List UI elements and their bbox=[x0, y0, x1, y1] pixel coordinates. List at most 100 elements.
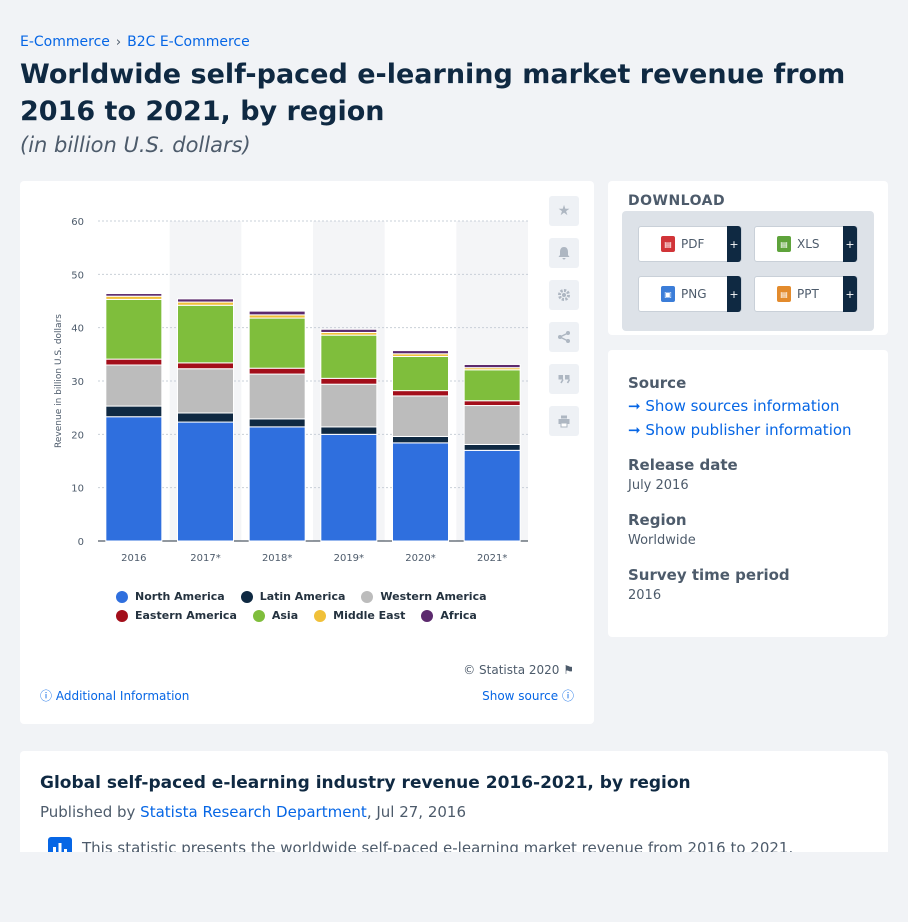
show-sources-label: Show sources information bbox=[645, 397, 840, 415]
bar-segment bbox=[177, 298, 234, 303]
breadcrumb-b2c[interactable]: B2C E-Commerce bbox=[127, 34, 250, 50]
bar-segment bbox=[392, 390, 449, 397]
survey-period-label: Survey time period bbox=[628, 566, 790, 584]
info-icon: ⓘ bbox=[561, 689, 574, 703]
png-file-icon: ▣ bbox=[661, 286, 675, 302]
additional-info-label: Additional Information bbox=[55, 689, 190, 703]
statistic-meta-card: Source ➞ Show sources information ➞ Show… bbox=[608, 350, 888, 637]
legend-swatch bbox=[314, 609, 327, 622]
legend-label: Asia bbox=[271, 609, 299, 622]
bar-segment bbox=[463, 449, 521, 542]
print-icon[interactable] bbox=[549, 406, 579, 436]
download-ppt-button[interactable]: ▤ PPT + bbox=[754, 276, 858, 312]
x-tick-label: 2021* bbox=[477, 553, 507, 564]
x-tick-label: 2018* bbox=[262, 553, 292, 564]
xls-plus-icon[interactable]: + bbox=[843, 226, 857, 262]
legend-item[interactable]: Latin America bbox=[240, 590, 346, 603]
legend-label: Latin America bbox=[259, 590, 346, 603]
download-png-label: PNG bbox=[681, 287, 707, 301]
x-tick-label: 2019* bbox=[334, 553, 364, 564]
download-pdf-button[interactable]: ▤ PDF + bbox=[638, 226, 742, 262]
favorite-star-icon[interactable]: ★ bbox=[549, 196, 579, 226]
bar-segment bbox=[105, 364, 163, 407]
legend-row: North America Latin America Western Americ… bbox=[116, 587, 556, 606]
legend-swatch bbox=[116, 590, 128, 603]
bar-segment bbox=[320, 377, 378, 385]
bar-segment bbox=[392, 395, 449, 437]
region-label: Region bbox=[628, 511, 687, 529]
bar-segment bbox=[463, 369, 521, 402]
pdf-plus-icon[interactable]: + bbox=[727, 226, 741, 262]
download-title: DOWNLOAD bbox=[628, 193, 726, 209]
bar-segment bbox=[177, 304, 234, 364]
download-pdf-label: PDF bbox=[681, 237, 705, 251]
copyright: © Statista 2020 ⚑ bbox=[463, 663, 574, 677]
legend-item[interactable]: Western America bbox=[361, 590, 487, 603]
share-icon[interactable] bbox=[549, 322, 579, 352]
settings-gear-icon[interactable] bbox=[549, 280, 579, 310]
survey-period-value: 2016 bbox=[628, 588, 662, 603]
y-tick-label: 40 bbox=[71, 324, 84, 335]
description-title: Global self-paced e-learning industry re… bbox=[40, 773, 691, 793]
region-value: Worldwide bbox=[628, 533, 696, 548]
bar-segment bbox=[320, 383, 378, 428]
y-axis-label: Revenue in billion U.S. dollars bbox=[54, 314, 64, 448]
bar-segment bbox=[177, 421, 234, 542]
bar-segment bbox=[463, 443, 521, 451]
x-tick-label: 2020* bbox=[405, 553, 435, 564]
y-tick-label: 30 bbox=[71, 377, 84, 388]
bar-segment bbox=[320, 328, 378, 333]
legend-swatch bbox=[116, 609, 128, 622]
notification-bell-icon[interactable] bbox=[549, 238, 579, 268]
bar-segment bbox=[105, 358, 163, 366]
breadcrumb-ecommerce[interactable]: E-Commerce bbox=[20, 34, 110, 50]
bar-segment bbox=[248, 367, 306, 375]
ppt-plus-icon[interactable]: + bbox=[843, 276, 857, 312]
legend-item[interactable]: North America bbox=[116, 590, 225, 603]
legend-swatch bbox=[252, 609, 265, 622]
legend-item[interactable]: Middle East bbox=[314, 609, 405, 622]
legend-item[interactable]: Eastern America bbox=[116, 609, 237, 622]
bar-segment bbox=[177, 412, 234, 423]
legend-swatch bbox=[361, 590, 374, 603]
bar-segment bbox=[392, 442, 449, 542]
breadcrumb: E-Commerce › B2C E-Commerce bbox=[20, 34, 250, 50]
download-grid: ▤ PDF + ▤ XLS + ▣ PNG + ▤ PPT + bbox=[622, 211, 874, 331]
show-source-link[interactable]: Show source ⓘ bbox=[482, 687, 574, 704]
arrow-right-icon: ➞ bbox=[628, 397, 641, 415]
info-icon: ⓘ bbox=[40, 689, 53, 703]
download-png-button[interactable]: ▣ PNG + bbox=[638, 276, 742, 312]
bar-segment bbox=[463, 400, 521, 407]
x-tick-label: 2016 bbox=[121, 553, 146, 564]
legend-swatch bbox=[240, 590, 253, 603]
additional-info-link[interactable]: ⓘ Additional Information bbox=[40, 687, 189, 704]
legend-label: Middle East bbox=[333, 609, 406, 622]
show-sources-link[interactable]: ➞ Show sources information bbox=[628, 397, 840, 415]
bottom-overlay bbox=[0, 852, 908, 922]
release-date-value: July 2016 bbox=[628, 478, 689, 493]
bar-segment bbox=[392, 435, 449, 444]
bar-segment bbox=[177, 368, 234, 414]
legend-item[interactable]: Africa bbox=[421, 609, 477, 622]
bar-segment bbox=[248, 317, 306, 369]
y-tick-label: 0 bbox=[78, 537, 84, 548]
png-plus-icon[interactable]: + bbox=[727, 276, 741, 312]
arrow-right-icon: ➞ bbox=[628, 421, 641, 439]
cite-quote-icon[interactable] bbox=[549, 364, 579, 394]
bar-segment bbox=[105, 293, 163, 297]
stacked-bar-chart: 0 10 20 30 40 50 60 Revenue in billion U.S. dol… bbox=[54, 217, 528, 564]
bar-segment bbox=[463, 363, 521, 369]
y-tick-label: 20 bbox=[71, 430, 84, 441]
legend-item[interactable]: Asia bbox=[252, 609, 299, 622]
show-publisher-link[interactable]: ➞ Show publisher information bbox=[628, 421, 852, 439]
show-publisher-label: Show publisher information bbox=[645, 421, 852, 439]
flag-icon[interactable]: ⚑ bbox=[563, 663, 574, 677]
page-title: Worldwide self-paced e-learning market r… bbox=[20, 59, 846, 127]
bar-segment bbox=[177, 362, 234, 370]
bar-segment bbox=[105, 298, 163, 360]
download-xls-button[interactable]: ▤ XLS + bbox=[754, 226, 858, 262]
publisher-link[interactable]: Statista Research Department bbox=[140, 803, 367, 821]
bar-segment bbox=[320, 433, 378, 542]
copyright-text: © Statista 2020 bbox=[463, 663, 560, 677]
bar-segment bbox=[320, 426, 378, 435]
